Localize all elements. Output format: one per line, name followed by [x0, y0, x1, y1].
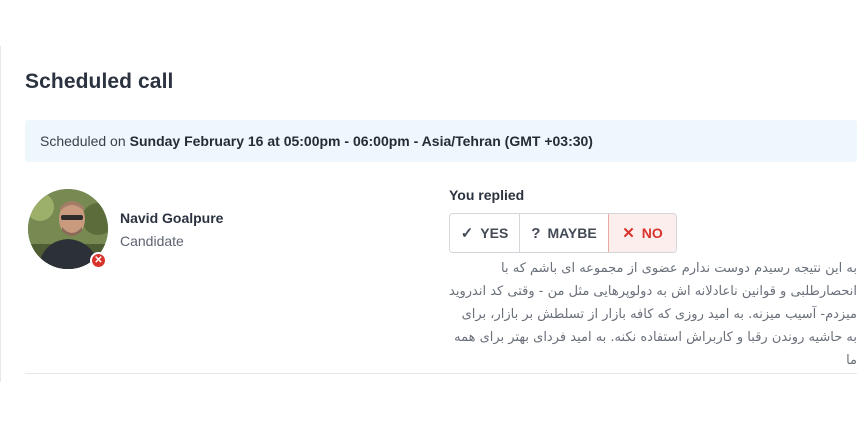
check-icon: ✓ — [460, 225, 474, 242]
panel-left-border — [0, 46, 1, 382]
schedule-banner: Scheduled on Sunday February 16 at 05:00… — [25, 120, 857, 162]
reply-button-group: ✓ YES ? MAYBE ✕ NO — [449, 213, 677, 253]
participant-role: Candidate — [120, 233, 184, 249]
no-button[interactable]: ✕ NO — [608, 214, 676, 252]
no-button-label: NO — [641, 225, 663, 241]
section-divider — [25, 373, 857, 374]
schedule-prefix: Scheduled on — [40, 133, 126, 149]
question-icon: ? — [531, 224, 541, 242]
reply-label: You replied — [449, 187, 525, 203]
participant-name: Navid Goalpure — [120, 210, 224, 226]
maybe-button[interactable]: ? MAYBE — [519, 214, 608, 252]
maybe-button-label: MAYBE — [547, 225, 597, 241]
x-icon: ✕ — [622, 225, 635, 242]
section-title: Scheduled call — [25, 70, 174, 93]
reply-comment: به این نتیجه رسیدم دوست ندارم عضوی از مج… — [449, 261, 857, 368]
schedule-datetime: Sunday February 16 at 05:00pm - 06:00pm … — [129, 133, 593, 149]
declined-status-icon: ✕ — [90, 252, 107, 269]
yes-button-label: YES — [480, 225, 509, 241]
yes-button[interactable]: ✓ YES — [450, 214, 519, 252]
